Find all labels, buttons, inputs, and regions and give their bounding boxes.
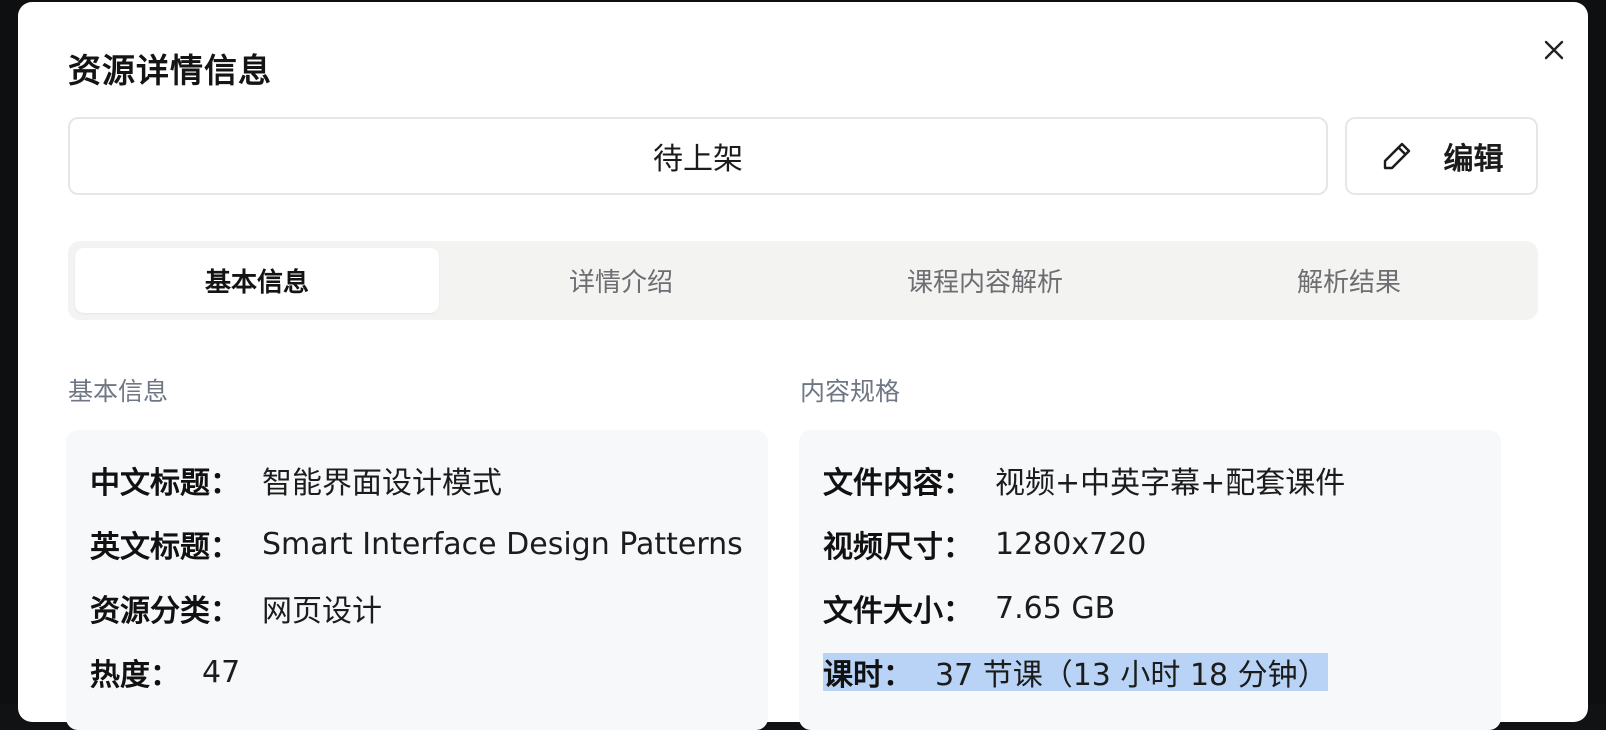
text-selection: 课时： 37 节课（13 小时 18 分钟） [823,653,1328,693]
field-label: 资源分类： [90,594,240,629]
tab-basic-info[interactable]: 基本信息 [75,248,439,313]
edit-button[interactable]: 编辑 [1345,117,1538,195]
basic-info-card: 中文标题： 智能界面设计模式 英文标题： Smart Interface Des… [66,430,768,730]
spec-row-lessons: 课时： 37 节课（13 小时 18 分钟） [823,640,1477,704]
field-label: 文件大小： [823,594,973,629]
tab-label: 详情介绍 [568,268,673,298]
field-label: 中文标题： [90,466,240,501]
edit-button-label: 编辑 [1443,142,1504,177]
field-value: 1280x720 [995,526,1147,562]
tab-course-analysis[interactable]: 课程内容解析 [803,248,1167,313]
content-spec-heading: 内容规格 [800,377,901,406]
basic-info-heading: 基本信息 [68,377,169,406]
spec-row-video-size: 视频尺寸： 1280x720 [823,512,1477,576]
close-icon [1544,40,1564,60]
tab-label: 解析结果 [1296,268,1401,298]
info-row-en-title: 英文标题： Smart Interface Design Patterns [90,512,744,576]
content-spec-card: 文件内容： 视频+中英字幕+配套课件 视频尺寸： 1280x720 文件大小： … [799,430,1501,730]
field-value: 视频+中英字幕+配套课件 [995,466,1346,501]
spec-row-file-size: 文件大小： 7.65 GB [823,576,1477,640]
status-badge: 待上架 [68,117,1328,195]
info-row-cn-title: 中文标题： 智能界面设计模式 [90,448,744,512]
field-value: 7.65 GB [995,590,1116,626]
field-value: Smart Interface Design Patterns [262,526,743,562]
field-label: 英文标题： [90,530,240,565]
info-row-category: 资源分类： 网页设计 [90,576,744,640]
field-value: 47 [202,654,241,690]
field-label: 视频尺寸： [823,530,973,565]
field-label: 课时： [823,658,913,693]
field-label: 文件内容： [823,466,973,501]
resource-detail-dialog: 资源详情信息 待上架 编辑 基本信息 详情介绍 课程内容解析 解析结果 基本信息… [18,2,1588,730]
field-value: 网页设计 [262,594,382,629]
field-value: 智能界面设计模式 [262,466,502,501]
info-row-popularity: 热度： 47 [90,640,744,704]
spec-row-file-content: 文件内容： 视频+中英字幕+配套课件 [823,448,1477,512]
tab-label: 基本信息 [204,268,309,298]
status-text: 待上架 [653,142,743,177]
field-label: 热度： [90,658,180,693]
tab-detail-intro[interactable]: 详情介绍 [439,248,803,313]
close-button[interactable] [1538,34,1570,66]
tab-analysis-result[interactable]: 解析结果 [1167,248,1531,313]
tab-label: 课程内容解析 [906,268,1063,298]
pencil-icon [1383,142,1410,170]
field-value: 37 节课（13 小时 18 分钟） [935,658,1328,693]
tab-bar: 基本信息 详情介绍 课程内容解析 解析结果 [68,241,1538,320]
dialog-title: 资源详情信息 [68,51,272,90]
